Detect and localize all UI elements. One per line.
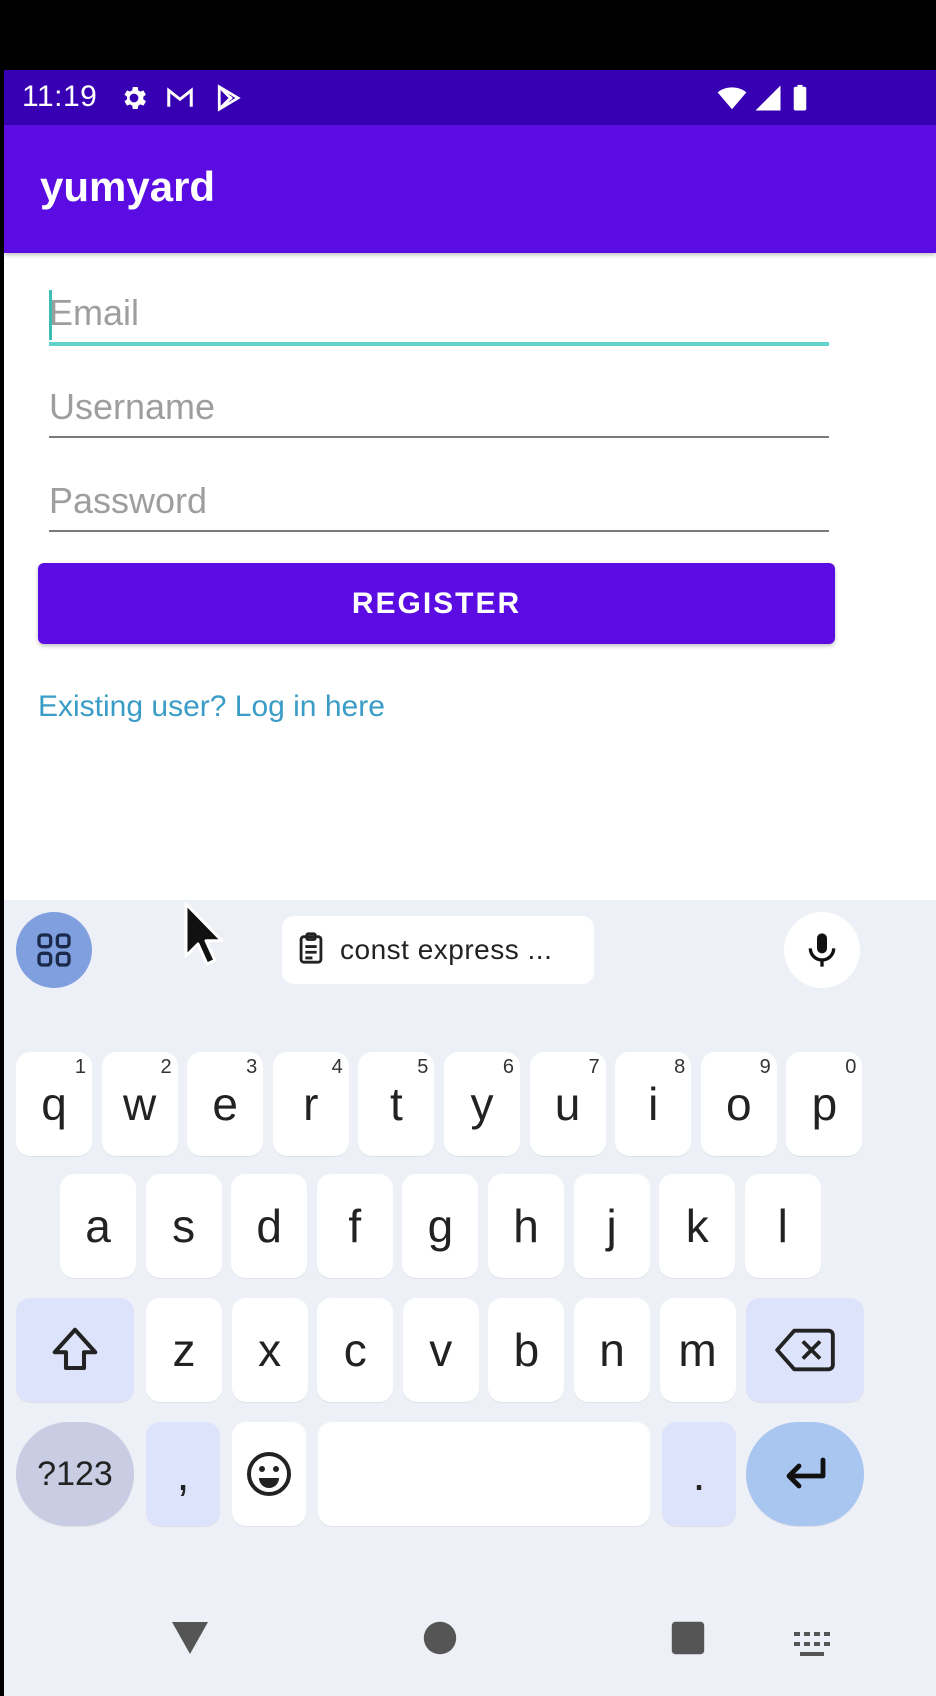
- key-f[interactable]: f: [316, 1174, 393, 1278]
- email-input[interactable]: [49, 282, 829, 344]
- text-cursor: [49, 290, 52, 340]
- key-hint: 2: [160, 1056, 172, 1078]
- status-time: 11:19: [22, 80, 98, 113]
- key-hint: 8: [674, 1056, 686, 1078]
- clipboard-suggestion[interactable]: const express ...: [282, 916, 594, 984]
- shift-key[interactable]: [16, 1298, 134, 1402]
- key-v[interactable]: v: [402, 1298, 479, 1402]
- key-i[interactable]: i8: [615, 1052, 692, 1156]
- key-g[interactable]: g: [402, 1174, 479, 1278]
- key-hint: 0: [845, 1056, 857, 1078]
- keyboard-switch-icon[interactable]: [794, 1632, 834, 1656]
- username-field[interactable]: [49, 376, 829, 438]
- key-z[interactable]: z: [146, 1298, 222, 1402]
- comma-key[interactable]: ,: [146, 1422, 220, 1526]
- key-j[interactable]: j: [573, 1174, 650, 1278]
- status-bar: 11:19: [4, 70, 936, 125]
- key-label: i: [648, 1078, 659, 1130]
- key-u[interactable]: u7: [529, 1052, 606, 1156]
- username-underline: [49, 436, 829, 438]
- key-label: u: [554, 1078, 581, 1130]
- key-k[interactable]: k: [659, 1174, 736, 1278]
- key-hint: 7: [588, 1056, 600, 1078]
- period-key[interactable]: .: [662, 1422, 736, 1526]
- email-field[interactable]: [49, 282, 829, 346]
- mouse-pointer-icon: [184, 902, 224, 966]
- key-hint: 1: [74, 1056, 86, 1078]
- email-underline: [49, 342, 829, 346]
- register-button[interactable]: REGISTER: [38, 563, 835, 644]
- key-label: t: [390, 1078, 403, 1130]
- key-w[interactable]: w2: [101, 1052, 178, 1156]
- back-nav-icon[interactable]: [170, 1620, 210, 1656]
- password-field[interactable]: [49, 470, 829, 532]
- key-t[interactable]: t5: [358, 1052, 435, 1156]
- key-m[interactable]: m: [659, 1298, 736, 1402]
- key-hint: 9: [759, 1056, 771, 1078]
- key-c[interactable]: c: [317, 1298, 394, 1402]
- backspace-key[interactable]: [746, 1298, 864, 1402]
- emoji-key[interactable]: [232, 1422, 306, 1526]
- key-q[interactable]: q1: [16, 1052, 92, 1156]
- play-store-icon: [212, 82, 244, 114]
- key-label: p: [811, 1078, 838, 1130]
- symbols-key[interactable]: ?123: [16, 1422, 134, 1526]
- clipboard-text: const express ...: [340, 934, 553, 965]
- key-a[interactable]: a: [60, 1174, 136, 1278]
- key-label: q: [41, 1078, 67, 1130]
- microphone-icon[interactable]: [784, 912, 860, 988]
- enter-key[interactable]: [746, 1422, 864, 1526]
- key-p[interactable]: p0: [786, 1052, 863, 1156]
- key-label: r: [303, 1078, 319, 1130]
- clipboard-icon: [294, 931, 328, 970]
- key-x[interactable]: x: [231, 1298, 308, 1402]
- key-hint: 3: [246, 1056, 258, 1078]
- navigation-bar: [4, 1570, 936, 1696]
- key-label: e: [212, 1078, 238, 1130]
- battery-icon: [784, 82, 816, 114]
- space-key[interactable]: [318, 1422, 650, 1526]
- key-label: y: [470, 1078, 494, 1130]
- cell-signal-icon: [752, 82, 784, 114]
- home-nav-icon[interactable]: [422, 1620, 458, 1656]
- key-d[interactable]: d: [231, 1174, 308, 1278]
- login-link[interactable]: Existing user? Log in here: [38, 690, 385, 724]
- password-input[interactable]: [49, 470, 829, 532]
- key-label: o: [726, 1078, 752, 1130]
- username-input[interactable]: [49, 376, 829, 438]
- key-s[interactable]: s: [145, 1174, 222, 1278]
- app-title: yumyard: [40, 163, 216, 210]
- key-hint: 5: [417, 1056, 429, 1078]
- key-hint: 6: [502, 1056, 514, 1078]
- key-l[interactable]: l: [744, 1174, 821, 1278]
- device-frame-top: [0, 0, 936, 70]
- password-underline: [49, 530, 829, 532]
- settings-icon: [118, 82, 150, 114]
- gmail-icon: [164, 82, 196, 114]
- phone-screen: 11:19 yumyard REGIS: [4, 70, 936, 1696]
- recents-nav-icon[interactable]: [670, 1620, 706, 1656]
- key-o[interactable]: o9: [700, 1052, 777, 1156]
- key-h[interactable]: h: [488, 1174, 564, 1278]
- app-bar: yumyard: [4, 125, 936, 253]
- key-r[interactable]: r4: [272, 1052, 349, 1156]
- key-hint: 4: [331, 1056, 343, 1078]
- wifi-icon: [716, 82, 748, 114]
- key-y[interactable]: y6: [444, 1052, 520, 1156]
- key-label: w: [122, 1078, 157, 1130]
- key-e[interactable]: e3: [187, 1052, 264, 1156]
- key-n[interactable]: n: [574, 1298, 650, 1402]
- key-b[interactable]: b: [488, 1298, 565, 1402]
- keyboard-apps-icon[interactable]: [16, 912, 92, 988]
